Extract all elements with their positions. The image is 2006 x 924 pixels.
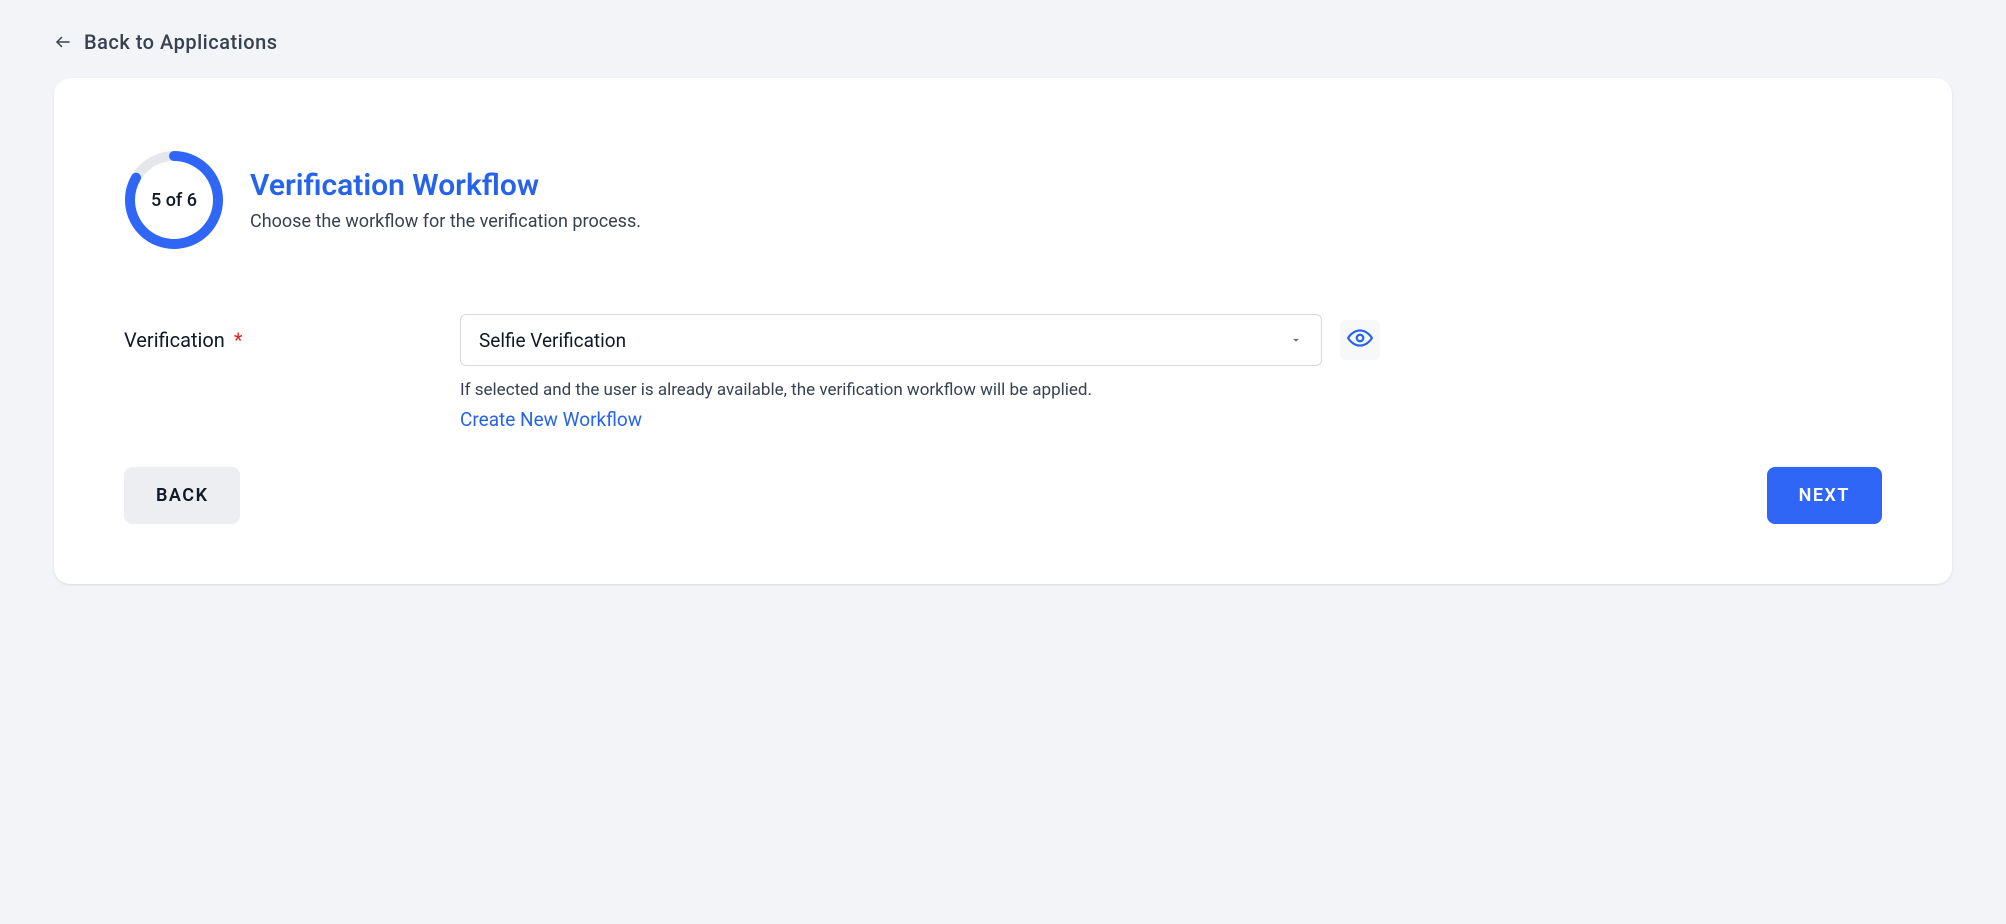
- create-new-workflow-link[interactable]: Create New Workflow: [460, 408, 642, 431]
- verification-select-value: Selfie Verification: [479, 329, 626, 352]
- back-to-applications-link[interactable]: Back to Applications: [0, 0, 278, 78]
- page-title: Verification Workflow: [250, 168, 641, 203]
- preview-button[interactable]: [1340, 320, 1380, 360]
- actions-row: BACK NEXT: [124, 467, 1882, 524]
- progress-label: 5 of 6: [151, 190, 197, 211]
- back-link-label: Back to Applications: [84, 30, 278, 54]
- next-button[interactable]: NEXT: [1767, 467, 1882, 524]
- workflow-card: 5 of 6 Verification Workflow Choose the …: [54, 78, 1952, 584]
- arrow-left-icon: [54, 33, 72, 51]
- back-button[interactable]: BACK: [124, 467, 240, 524]
- verification-field-row: Verification * Selfie Verification: [124, 314, 1882, 431]
- verification-control-col: Selfie Verification: [460, 314, 1380, 431]
- verification-select[interactable]: Selfie Verification: [460, 314, 1322, 366]
- verification-label: Verification *: [124, 314, 460, 352]
- required-asterisk: *: [234, 328, 243, 352]
- title-block: Verification Workflow Choose the workflo…: [250, 168, 641, 232]
- verification-label-text: Verification: [124, 328, 225, 352]
- page-subtitle: Choose the workflow for the verification…: [250, 211, 641, 232]
- progress-ring: 5 of 6: [124, 150, 224, 250]
- card-header: 5 of 6 Verification Workflow Choose the …: [124, 150, 1882, 250]
- eye-icon: [1347, 325, 1373, 355]
- chevron-down-icon: [1289, 333, 1303, 347]
- verification-helper-text: If selected and the user is already avai…: [460, 380, 1380, 400]
